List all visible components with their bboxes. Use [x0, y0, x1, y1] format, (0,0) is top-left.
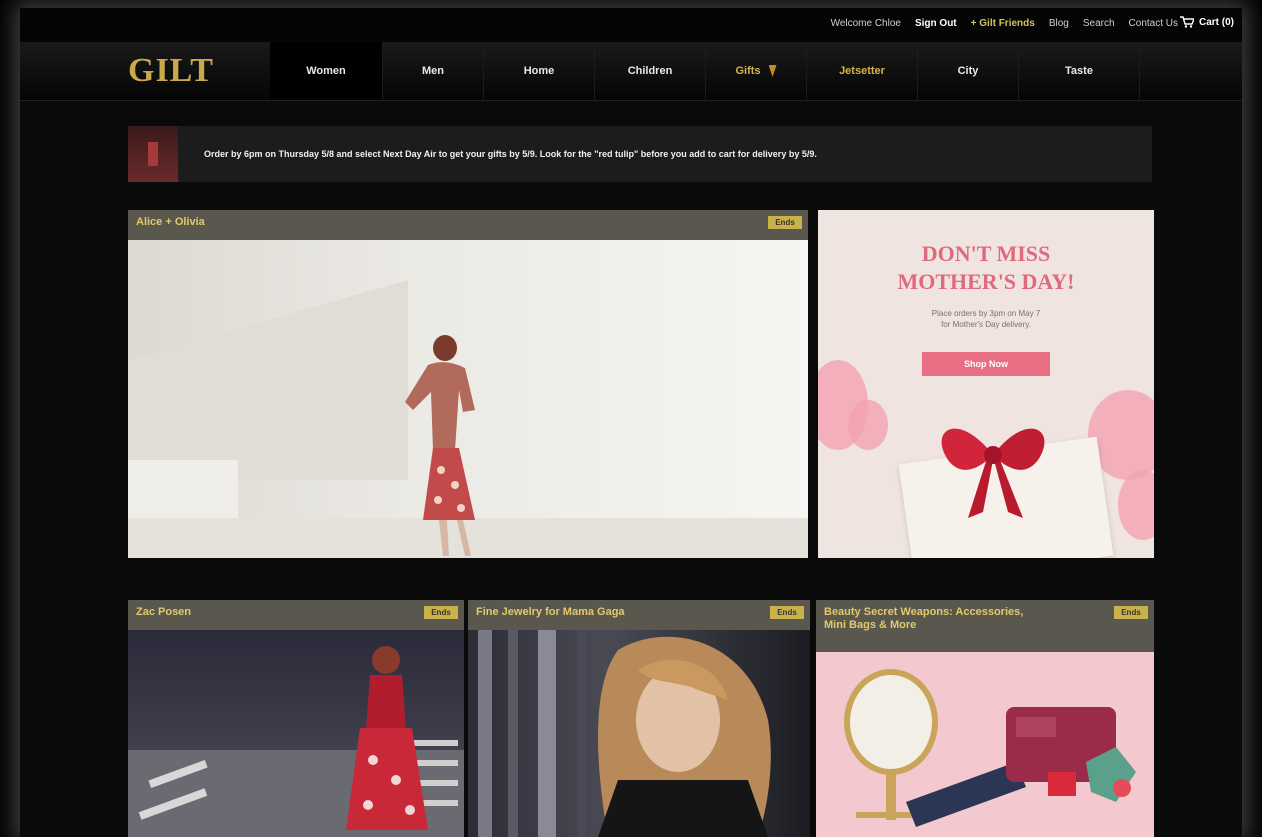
sale-card-fine-jewelry[interactable]: Fine Jewelry for Mama Gaga Ends: [468, 600, 810, 837]
ribbon-bow-icon: [941, 428, 1045, 518]
nav-taste[interactable]: Taste: [1019, 42, 1140, 100]
sale-image: [468, 630, 810, 837]
sale-card-beauty-secret-weapons[interactable]: Beauty Secret Weapons: Accessories, Mini…: [816, 600, 1154, 837]
contact-link[interactable]: Contact Us: [1129, 18, 1178, 29]
featured-sale-card[interactable]: Alice + Olivia Ends: [128, 210, 808, 558]
sale-image: [128, 630, 464, 837]
sale-header: Alice + Olivia Ends: [128, 210, 808, 240]
promo-title: DON'T MISS MOTHER'S DAY!: [897, 241, 1075, 294]
main-nav: Women Men Home Children Gifts Jetsetter …: [270, 42, 1140, 100]
sale-title: Zac Posen: [136, 606, 192, 618]
tulip-icon: [128, 126, 178, 182]
nav-children[interactable]: Children: [595, 42, 706, 100]
sale-title: Alice + Olivia: [136, 216, 205, 228]
shop-now-button[interactable]: Shop Now: [922, 352, 1050, 376]
ends-tag: Ends: [770, 606, 804, 619]
ends-tag: Ends: [1114, 606, 1148, 619]
sale-header: Fine Jewelry for Mama Gaga Ends: [468, 600, 810, 630]
sale-header: Zac Posen Ends: [128, 600, 464, 630]
nav-gifts[interactable]: Gifts: [706, 42, 807, 100]
search-link[interactable]: Search: [1083, 18, 1115, 29]
model-figure: [405, 335, 475, 556]
utility-bar: Welcome Chloe Sign Out + Gilt Friends Bl…: [20, 8, 1242, 42]
nav-men[interactable]: Men: [383, 42, 484, 100]
sign-out-link[interactable]: Sign Out: [915, 18, 957, 29]
sale-header: Beauty Secret Weapons: Accessories, Mini…: [816, 600, 1154, 652]
gilt-friends-link[interactable]: + Gilt Friends: [971, 18, 1035, 29]
cart-icon: [1179, 16, 1194, 28]
blog-link[interactable]: Blog: [1049, 18, 1069, 29]
nav-jetsetter[interactable]: Jetsetter: [807, 42, 918, 100]
mothers-day-promo[interactable]: DON'T MISS MOTHER'S DAY! Place orders by…: [818, 210, 1154, 558]
gift-badge-icon: [768, 65, 777, 77]
gilt-logo[interactable]: GILT: [128, 52, 214, 90]
sale-title: Fine Jewelry for Mama Gaga: [476, 606, 625, 618]
nav-women[interactable]: Women: [270, 42, 383, 100]
welcome-text: Welcome Chloe: [830, 18, 901, 29]
sale-card-zac-posen[interactable]: Zac Posen Ends: [128, 600, 464, 837]
ends-tag: Ends: [424, 606, 458, 619]
ends-tag: Ends: [768, 216, 802, 229]
nav-home[interactable]: Home: [484, 42, 595, 100]
sale-image: [816, 652, 1154, 837]
utility-links: Welcome Chloe Sign Out + Gilt Friends Bl…: [831, 18, 1178, 29]
main-nav-bar: GILT Women Men Home Children Gifts Jetse…: [20, 42, 1242, 101]
cart-label: Cart (0): [1198, 16, 1234, 28]
nav-city[interactable]: City: [918, 42, 1019, 100]
announcement-banner: Order by 6pm on Thursday 5/8 and select …: [128, 126, 1152, 182]
sale-title: Beauty Secret Weapons: Accessories, Mini…: [824, 606, 1024, 631]
cart-link[interactable]: Cart (0): [1179, 16, 1234, 28]
sale-image: [128, 240, 808, 558]
announcement-text: Order by 6pm on Thursday 5/8 and select …: [204, 149, 817, 159]
promo-subtitle: Place orders by 3pm on May 7 for Mother'…: [931, 309, 1041, 329]
browser-frame: Welcome Chloe Sign Out + Gilt Friends Bl…: [20, 8, 1242, 837]
